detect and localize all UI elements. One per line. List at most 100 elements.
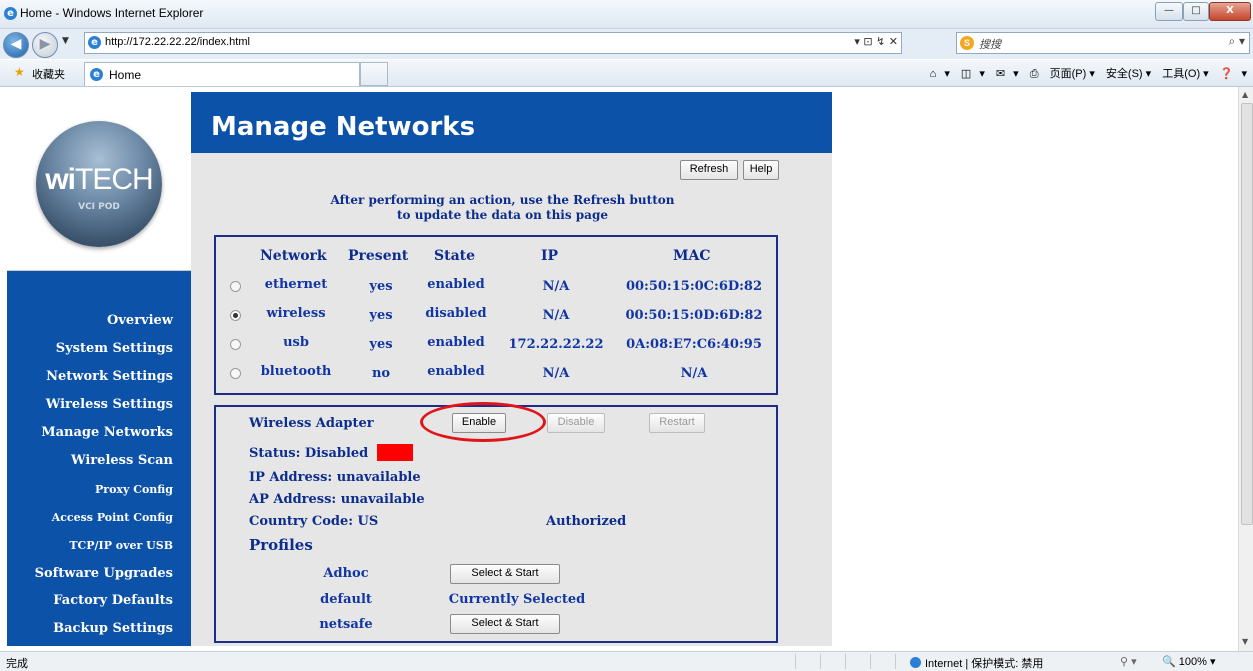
wireless-adapter-panel: Wireless Adapter Enable Disable Restart …	[214, 402, 778, 643]
enable-button[interactable]: Enable	[452, 413, 506, 433]
search-input[interactable]: S 搜搜 ⌕ ▾	[956, 32, 1250, 54]
cell-state: enabled	[427, 277, 485, 292]
restart-button[interactable]: Restart	[649, 413, 705, 433]
network-radio-ethernet[interactable]	[230, 281, 241, 292]
protected-mode-icon[interactable]: ⚲ ▾	[1120, 655, 1137, 668]
profile-select-start-netsafe[interactable]: Select & Start	[450, 614, 560, 634]
close-button[interactable]: X	[1209, 2, 1251, 21]
logo-area: wiTECH VCI POD	[7, 92, 191, 271]
sidebar-item-backup-settings[interactable]: Backup Settings	[7, 621, 173, 636]
zoom-level[interactable]: 🔍 100% ▾	[1162, 655, 1215, 668]
profile-name-netsafe: netsafe	[319, 617, 373, 632]
network-radio-bluetooth[interactable]	[230, 368, 241, 379]
help-icon[interactable]: ❓	[1220, 68, 1234, 80]
adapter-authorized: Authorized	[546, 514, 627, 529]
refresh-notice: After performing an action, use the Refr…	[211, 193, 794, 223]
print-icon[interactable]: ⎙	[1030, 68, 1039, 80]
tab-home-label: Home	[109, 68, 142, 82]
sidebar-item-tcpip-over-usb[interactable]: TCP/IP over USB	[7, 539, 173, 552]
profile-select-start-adhoc[interactable]: Select & Start	[450, 564, 560, 584]
sidebar-item-wireless-scan[interactable]: Wireless Scan	[7, 453, 173, 468]
url-text[interactable]: http://172.22.22.22/index.html	[105, 36, 250, 48]
main-content: Refresh Help After performing an action,…	[191, 153, 832, 646]
page-icon: e	[88, 36, 101, 49]
sidebar-item-system-settings[interactable]: System Settings	[7, 341, 173, 356]
page-title: Manage Networks	[211, 112, 476, 142]
adapter-title: Wireless Adapter	[249, 416, 374, 431]
witech-logo: wiTECH VCI POD	[36, 121, 162, 247]
sidebar-item-overview[interactable]: Overview	[7, 313, 173, 328]
refresh-button[interactable]: Refresh	[680, 160, 738, 180]
col-header-mac: MAC	[673, 248, 711, 264]
notice-line-1: After performing an action, use the Refr…	[330, 193, 675, 207]
profile-name-adhoc: Adhoc	[323, 566, 369, 581]
cell-mac: 00:50:15:0D:6D:82	[625, 308, 763, 323]
cell-present: yes	[369, 337, 393, 352]
security-zone[interactable]: Internet | 保护模式: 禁用	[910, 655, 1043, 671]
scroll-down-icon[interactable]: ▼	[1242, 637, 1248, 646]
cell-mac: N/A	[680, 366, 708, 381]
mail-icon[interactable]: ✉	[996, 68, 1005, 80]
forward-button[interactable]: ▶	[32, 32, 58, 58]
cell-mac: 00:50:15:0C:6D:82	[625, 279, 763, 294]
page-menu[interactable]: 页面(P) ▾	[1050, 68, 1095, 80]
logo-subtitle: VCI POD	[78, 202, 120, 212]
history-dropdown-icon[interactable]: ▼	[62, 36, 69, 46]
feeds-icon[interactable]: ◫	[961, 68, 971, 80]
cell-ip: N/A	[542, 279, 570, 294]
networks-table: Network Present State IP MAC ethernet ye…	[214, 235, 778, 395]
url-field[interactable]: e http://172.22.22.22/index.html ▾ ⊡ ↯ ✕	[84, 32, 902, 54]
adapter-ip-address: IP Address: unavailable	[249, 470, 421, 485]
sidebar-item-software-upgrades[interactable]: Software Upgrades	[7, 566, 173, 581]
sidebar-item-access-point-config[interactable]: Access Point Config	[7, 511, 173, 524]
search-placeholder[interactable]: 搜搜	[979, 36, 1001, 52]
sidebar-item-manage-networks[interactable]: Manage Networks	[7, 425, 173, 440]
mail-dropdown[interactable]: ▾	[1013, 68, 1019, 80]
profiles-heading: Profiles	[249, 536, 313, 554]
safety-menu[interactable]: 安全(S) ▾	[1106, 68, 1151, 80]
ie-logo-icon: e	[4, 7, 17, 20]
minimize-button[interactable]: —	[1155, 2, 1183, 21]
col-header-state: State	[434, 248, 476, 264]
logo-brand-light: TECH	[75, 163, 154, 196]
status-indicator	[377, 444, 413, 461]
tools-menu[interactable]: 工具(O) ▾	[1162, 68, 1208, 80]
feeds-dropdown[interactable]: ▾	[979, 68, 985, 80]
help-dropdown[interactable]: ▾	[1241, 68, 1247, 80]
profile-name-default: default	[320, 592, 372, 607]
cell-present: yes	[369, 308, 393, 323]
sidebar-item-wireless-settings[interactable]: Wireless Settings	[7, 397, 173, 412]
window-title: Home - Windows Internet Explorer	[20, 6, 204, 20]
back-button[interactable]: ◀	[3, 32, 29, 58]
col-header-ip: IP	[541, 248, 559, 264]
disable-button[interactable]: Disable	[547, 413, 605, 433]
tab-page-icon: e	[90, 68, 103, 81]
cell-network: bluetooth	[260, 364, 332, 379]
sidebar-item-network-settings[interactable]: Network Settings	[7, 369, 173, 384]
address-toolbar: ◀ ▶ ▼ e http://172.22.22.22/index.html ▾…	[0, 29, 1253, 59]
search-icon[interactable]: ⌕ ▾	[1228, 34, 1245, 49]
new-tab-button[interactable]	[360, 62, 388, 86]
scroll-up-icon[interactable]: ▲	[1242, 90, 1248, 99]
search-provider-icon: S	[960, 36, 974, 50]
network-radio-usb[interactable]	[230, 339, 241, 350]
help-button[interactable]: Help	[743, 160, 779, 180]
tab-home[interactable]: e Home	[84, 62, 360, 86]
favorites-button[interactable]: 收藏夹	[32, 66, 65, 82]
sidebar-item-factory-defaults[interactable]: Factory Defaults	[7, 593, 173, 608]
favorites-star-icon[interactable]: ★	[14, 65, 25, 79]
home-dropdown[interactable]: ▾	[944, 68, 950, 80]
adapter-status: Status: Disabled	[249, 446, 369, 461]
scroll-thumb[interactable]	[1241, 103, 1253, 525]
maximize-button[interactable]: □	[1183, 2, 1209, 21]
home-icon[interactable]: ⌂	[930, 68, 937, 80]
internet-globe-icon	[910, 657, 921, 668]
col-header-network: Network	[260, 248, 327, 264]
url-tools-icons[interactable]: ▾ ⊡ ↯ ✕	[854, 35, 898, 48]
cell-present: yes	[369, 279, 393, 294]
status-bar: 完成 Internet | 保护模式: 禁用 ⚲ ▾ 🔍 100% ▾	[0, 651, 1253, 671]
vertical-scrollbar[interactable]: ▲ ▼	[1238, 87, 1253, 651]
network-radio-wireless[interactable]	[230, 310, 241, 321]
command-bar: ⌂ ▾ ◫ ▾ ✉ ▾ ⎙ 页面(P) ▾ 安全(S) ▾ 工具(O) ▾ ❓ ▾	[922, 65, 1247, 81]
sidebar-item-proxy-config[interactable]: Proxy Config	[7, 483, 173, 496]
